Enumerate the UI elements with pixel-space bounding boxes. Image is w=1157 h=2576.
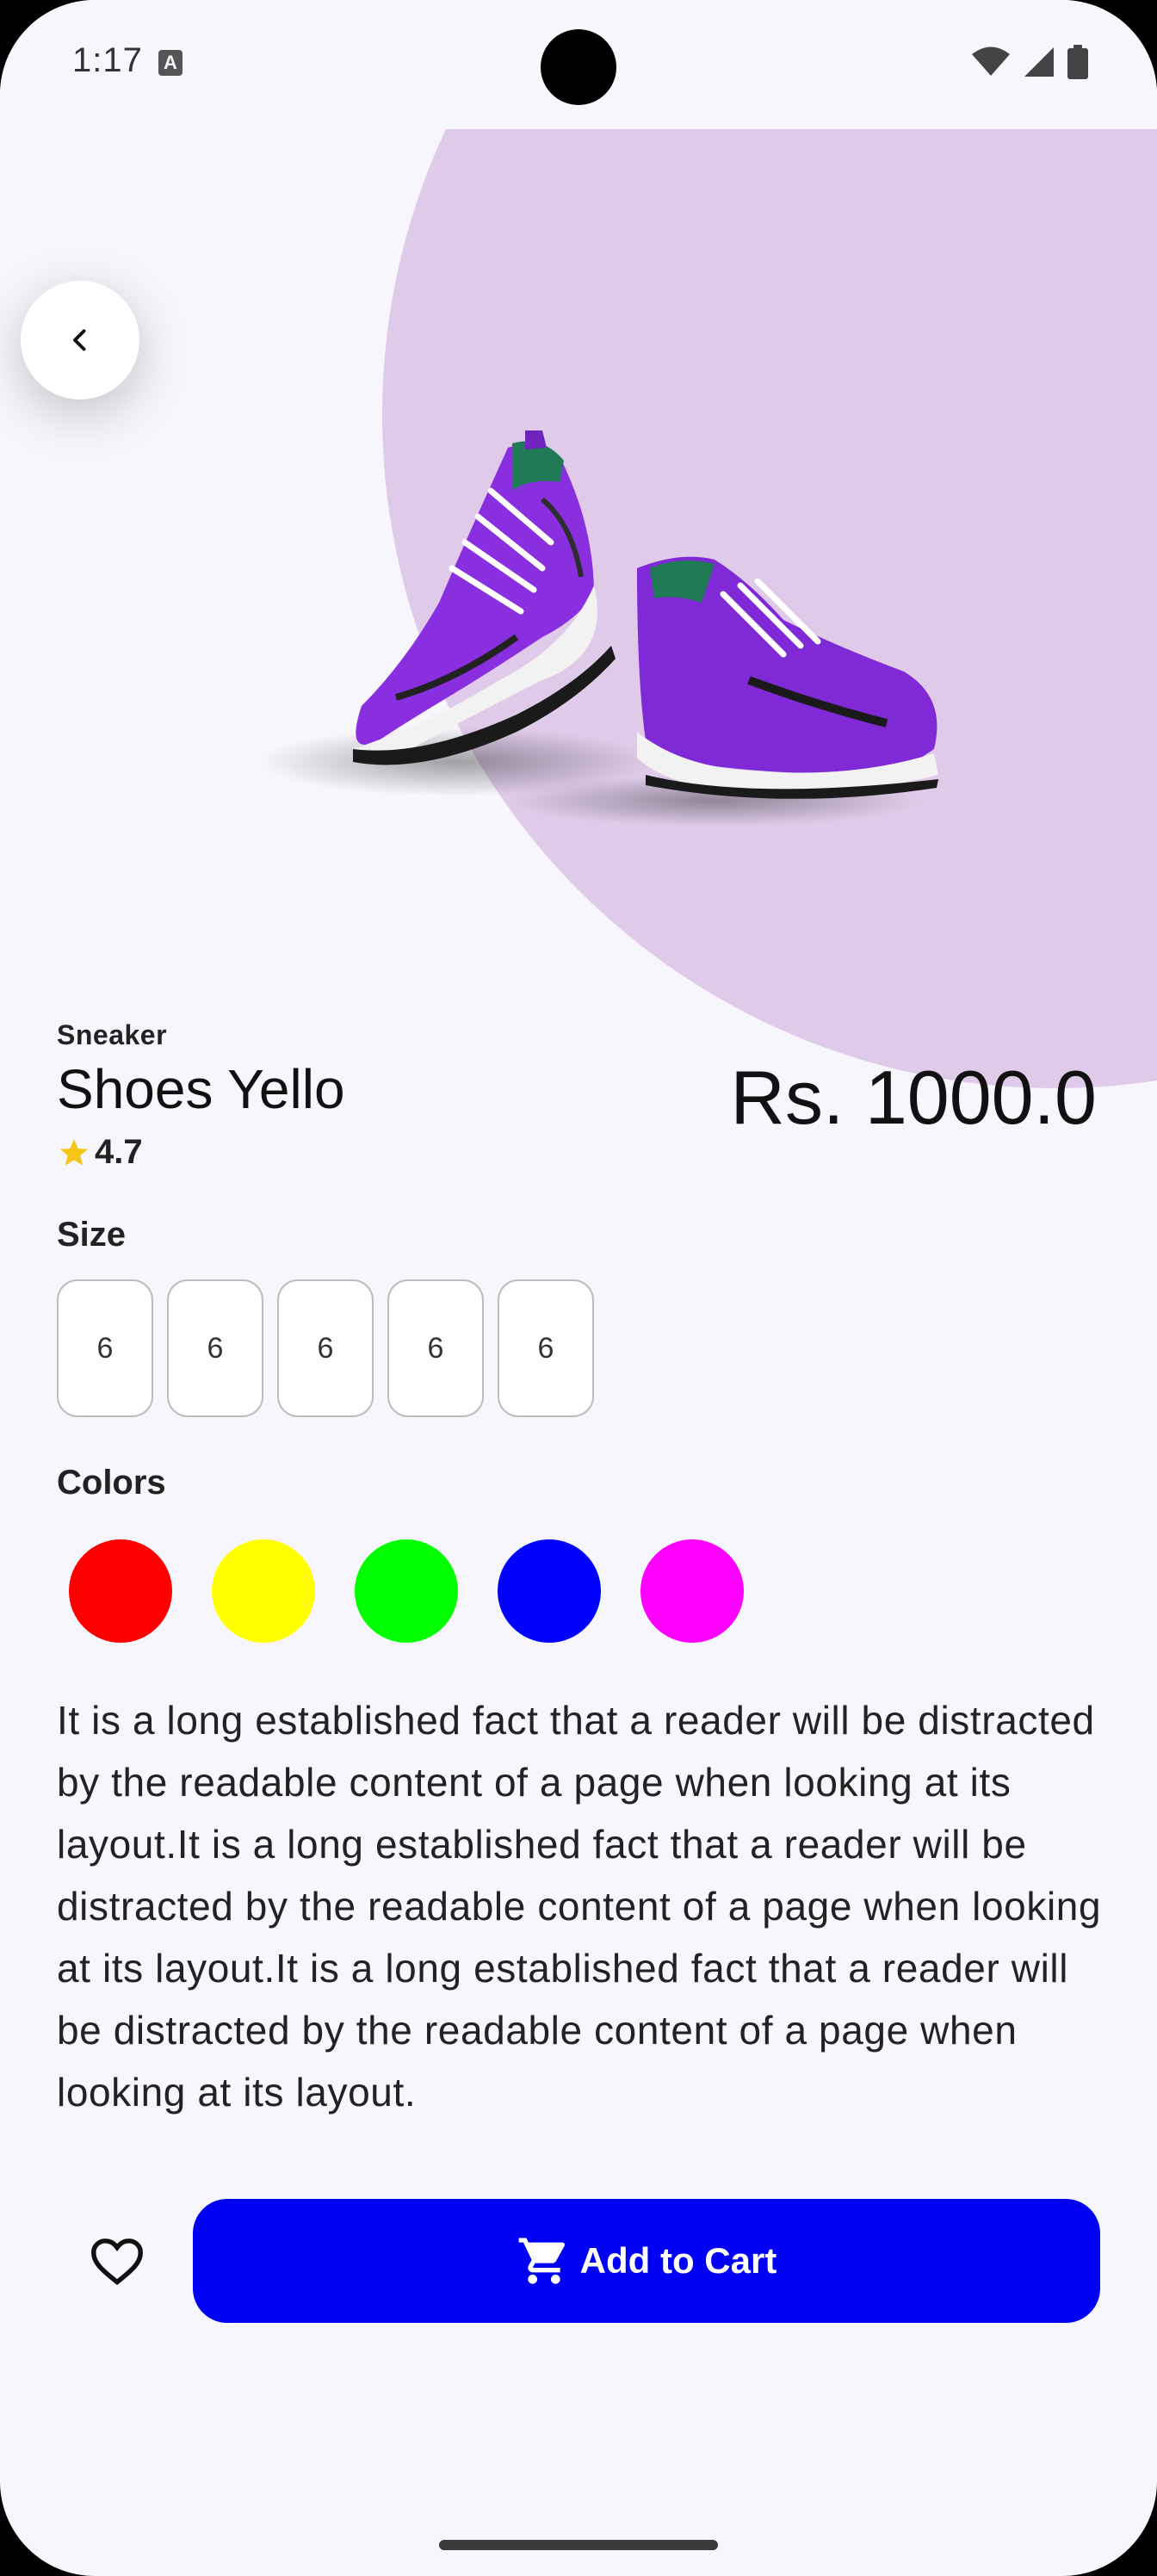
notification-icon: A (158, 50, 183, 76)
size-option[interactable]: 6 (57, 1279, 153, 1417)
color-swatch-yellow[interactable] (212, 1539, 315, 1643)
color-swatch-blue[interactable] (498, 1539, 601, 1643)
product-detail-screen: 1:17 A Sneaker Shoes Yello 4.7 Rs. 1000.… (0, 0, 1157, 2576)
size-section-title: Size (57, 1216, 127, 1254)
size-option[interactable]: 6 (498, 1279, 594, 1417)
colors-section-title: Colors (57, 1464, 166, 1502)
wifi-icon (972, 46, 1010, 76)
size-option[interactable]: 6 (277, 1279, 374, 1417)
favorite-button[interactable] (83, 2226, 152, 2295)
color-options (69, 1539, 744, 1643)
color-swatch-red[interactable] (69, 1539, 172, 1643)
product-description: It is a long established fact that a rea… (57, 1698, 1102, 2115)
rating-value: 4.7 (95, 1133, 143, 1171)
camera-cutout (541, 29, 616, 105)
color-swatch-green[interactable] (355, 1539, 458, 1643)
battery-icon (1067, 45, 1088, 79)
size-option[interactable]: 6 (167, 1279, 263, 1417)
star-icon (59, 1138, 89, 1166)
chevron-left-icon (73, 329, 86, 351)
add-to-cart-button[interactable]: Add to Cart (193, 2199, 1100, 2323)
home-indicator[interactable] (439, 2540, 718, 2550)
size-option[interactable]: 6 (387, 1279, 484, 1417)
color-swatch-magenta[interactable] (640, 1539, 744, 1643)
status-icons (971, 45, 1088, 79)
product-price: Rs. 1000.0 (730, 1055, 1097, 1140)
product-category: Sneaker (57, 1019, 168, 1050)
product-name: Shoes Yello (57, 1058, 345, 1120)
size-options: 6 6 6 6 6 (57, 1279, 594, 1417)
status-time: 1:17 (72, 41, 143, 79)
add-to-cart-label: Add to Cart (579, 2240, 777, 2281)
back-button[interactable] (21, 281, 139, 399)
product-image (258, 430, 938, 827)
signal-icon (1024, 47, 1054, 77)
cart-icon (518, 2238, 565, 2284)
heart-outline-icon (90, 2239, 144, 2286)
product-rating: 4.7 (57, 1133, 143, 1172)
